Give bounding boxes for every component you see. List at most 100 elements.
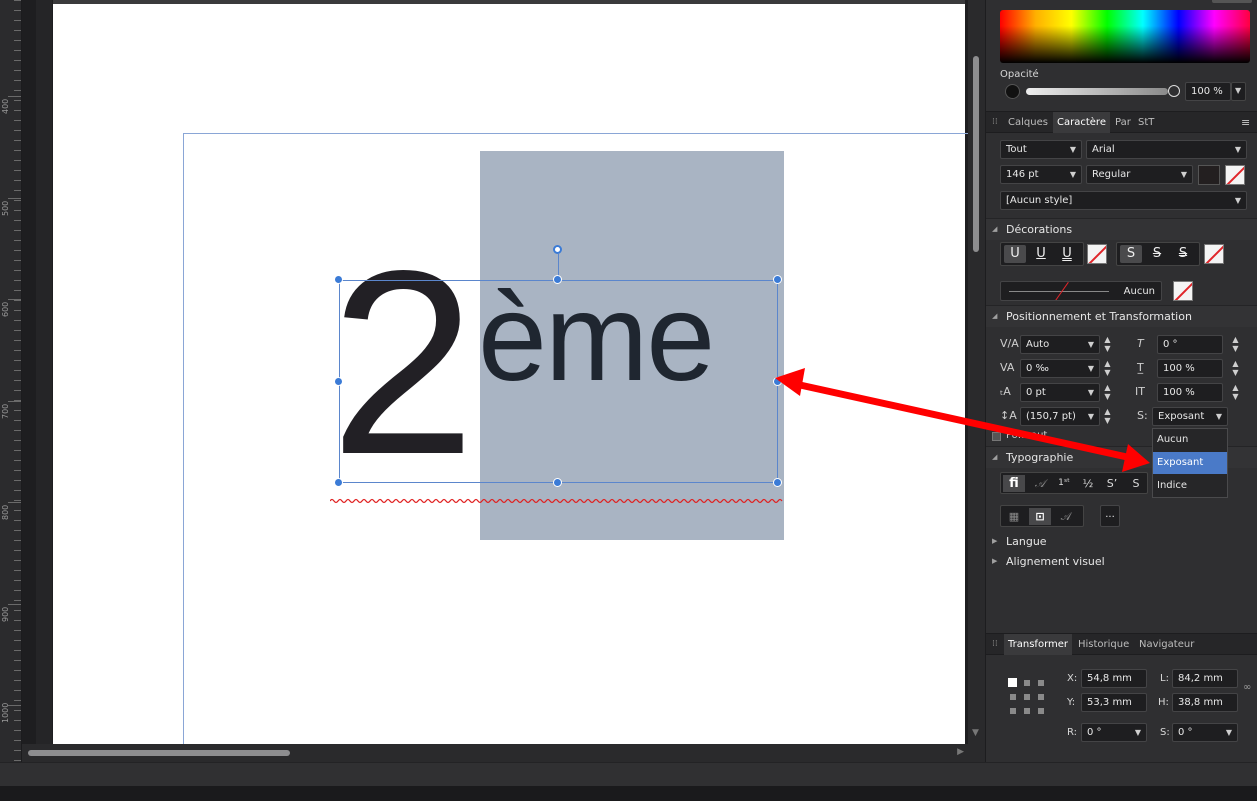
- resize-handle-top-right[interactable]: [773, 275, 782, 284]
- underline-button-group: U U U: [1000, 242, 1084, 266]
- ligature-fi-icon[interactable]: fi: [1003, 475, 1025, 492]
- strike-double-button[interactable]: S: [1172, 245, 1194, 263]
- tab-navigateur[interactable]: Navigateur: [1135, 634, 1198, 655]
- height-label: H:: [1158, 697, 1169, 708]
- section-decorations[interactable]: ◢ Décorations: [986, 218, 1257, 240]
- height-input[interactable]: 38,8 mm: [1172, 693, 1238, 712]
- fraction-icon[interactable]: ½: [1077, 475, 1099, 492]
- color-spectrum-picker[interactable]: [1000, 10, 1250, 63]
- superscript-s-icon[interactable]: Sʼ: [1101, 475, 1123, 492]
- anchor-point-selector[interactable]: [1008, 678, 1046, 716]
- shear-select[interactable]: 0 ° ▼: [1172, 723, 1238, 742]
- resize-handle-left[interactable]: [334, 377, 343, 386]
- line-no-color-swatch[interactable]: [1173, 281, 1193, 301]
- strike-no-color-swatch[interactable]: [1204, 244, 1224, 264]
- horizontal-scale-input[interactable]: 100 %: [1157, 383, 1223, 402]
- link-aspect-icon[interactable]: ∞: [1243, 682, 1251, 693]
- italic-angle-input[interactable]: 0 °: [1157, 335, 1223, 354]
- width-input[interactable]: 84,2 mm: [1172, 669, 1238, 688]
- chevron-down-icon: ▼: [1215, 412, 1222, 421]
- underline-accounting-button[interactable]: U: [1056, 245, 1078, 263]
- resize-handle-bottom-left[interactable]: [334, 478, 343, 487]
- horizontal-scale-icon: IT: [1135, 385, 1145, 398]
- tracking-select[interactable]: 0 ‰ ▼: [1020, 359, 1100, 378]
- chevron-down-icon: ▼: [1225, 728, 1232, 737]
- horizontal-scrollbar[interactable]: ▶: [22, 744, 968, 762]
- opacity-slider[interactable]: [1026, 88, 1168, 95]
- font-size-select[interactable]: 146 pt ▼: [1000, 165, 1082, 184]
- resize-handle-bottom-right[interactable]: [773, 478, 782, 487]
- opacity-input[interactable]: 100 %: [1185, 82, 1231, 101]
- tab-styles-texte[interactable]: StT: [1134, 112, 1158, 133]
- section-alignement-visuel[interactable]: ▶ Alignement visuel: [986, 552, 1257, 572]
- text-color-swatch[interactable]: [1198, 165, 1220, 185]
- scope-select[interactable]: Tout ▼: [1000, 140, 1082, 159]
- vertical-scale-input[interactable]: 100 %: [1157, 359, 1223, 378]
- ordinal-icon[interactable]: 1ˢᵗ: [1053, 475, 1075, 492]
- kerning-select[interactable]: Auto ▼: [1020, 335, 1100, 354]
- font-family-select[interactable]: Arial ▼: [1086, 140, 1247, 159]
- ruler-label: 500: [1, 200, 10, 216]
- tab-paragraphe[interactable]: Par: [1111, 112, 1135, 133]
- vertical-scrollbar[interactable]: ▼: [968, 0, 985, 744]
- kerning-stepper[interactable]: ▲ ▼: [1102, 335, 1113, 354]
- font-weight-select[interactable]: Regular ▼: [1086, 165, 1193, 184]
- subscript-s-icon[interactable]: S: [1125, 475, 1147, 492]
- selection-bounding-box[interactable]: [339, 280, 778, 483]
- scroll-right-icon[interactable]: ▶: [957, 747, 964, 757]
- opacity-slider-knob[interactable]: [1168, 85, 1180, 97]
- character-tabbar: ⁞⁞ Calques Caractère Par StT ≡: [986, 111, 1257, 133]
- x-position-input[interactable]: 54,8 mm: [1081, 669, 1147, 688]
- chevron-down-icon: ▼: [1069, 145, 1076, 154]
- rotation-select[interactable]: 0 ° ▼: [1081, 723, 1147, 742]
- italic-angle-stepper[interactable]: ▲ ▼: [1230, 335, 1241, 354]
- tab-caractere[interactable]: Caractère: [1053, 112, 1110, 133]
- opacity-dropdown-button[interactable]: ▼: [1231, 82, 1246, 101]
- horizontal-scale-stepper[interactable]: ▲ ▼: [1230, 383, 1241, 402]
- resize-handle-top-left[interactable]: [334, 275, 343, 284]
- baseline-shift-icon: ₜA: [1000, 385, 1011, 398]
- line-style-select[interactable]: Aucun: [1000, 281, 1162, 301]
- ruler-label: 900: [1, 606, 10, 622]
- titling-icon[interactable]: 𝒜: [1055, 508, 1077, 525]
- color-well[interactable]: [1005, 84, 1020, 99]
- horizontal-scroll-thumb[interactable]: [28, 750, 290, 756]
- rotation-handle[interactable]: [553, 245, 562, 254]
- tab-calques[interactable]: Calques: [1004, 112, 1052, 133]
- strike-none-button[interactable]: S: [1120, 245, 1142, 263]
- leading-stepper[interactable]: ▲ ▼: [1102, 407, 1113, 426]
- leading-select[interactable]: (150,7 pt) ▼: [1020, 407, 1100, 426]
- resize-handle-right[interactable]: [773, 377, 782, 386]
- script-select[interactable]: Exposant ▼: [1152, 407, 1228, 426]
- underline-no-color-swatch[interactable]: [1087, 244, 1107, 264]
- character-style-select[interactable]: [Aucun style] ▼: [1000, 191, 1247, 210]
- tab-transformer[interactable]: Transformer: [1004, 634, 1073, 655]
- tracking-stepper[interactable]: ▲ ▼: [1102, 359, 1113, 378]
- more-typography-button[interactable]: ...: [1100, 505, 1120, 527]
- no-fill-swatch[interactable]: [1225, 165, 1245, 185]
- baseline-shift-select[interactable]: 0 pt ▼: [1020, 383, 1100, 402]
- script-option-indice[interactable]: Indice: [1153, 475, 1227, 497]
- vertical-scale-stepper[interactable]: ▲ ▼: [1230, 359, 1241, 378]
- vertical-scroll-thumb[interactable]: [973, 56, 979, 252]
- section-langue[interactable]: ▶ Langue: [986, 532, 1257, 552]
- scroll-down-icon[interactable]: ▼: [972, 728, 979, 738]
- resize-handle-bottom[interactable]: [553, 478, 562, 487]
- typography-button-group-2: ▦ ⊡ 𝒜: [1000, 505, 1084, 527]
- script-option-aucun[interactable]: Aucun: [1153, 429, 1227, 451]
- y-position-input[interactable]: 53,3 mm: [1081, 693, 1147, 712]
- underline-single-button[interactable]: U: [1004, 245, 1026, 263]
- resize-handle-top[interactable]: [553, 275, 562, 284]
- underline-double-button[interactable]: U: [1030, 245, 1052, 263]
- panel-menu-icon[interactable]: ≡: [1241, 116, 1250, 129]
- baseline-stepper[interactable]: ▲ ▼: [1102, 383, 1113, 402]
- swash-icon[interactable]: 𝒜: [1029, 475, 1051, 492]
- strike-single-button[interactable]: S: [1146, 245, 1168, 263]
- section-positioning[interactable]: ◢ Positionnement et Transformation: [986, 305, 1257, 327]
- small-caps-icon[interactable]: ▦: [1003, 508, 1025, 525]
- script-option-exposant[interactable]: Exposant: [1153, 452, 1227, 474]
- tab-historique[interactable]: Historique: [1074, 634, 1133, 655]
- vertical-ruler[interactable]: 400 500 600 700 800 900 1000: [0, 0, 22, 763]
- all-caps-icon[interactable]: ⊡: [1029, 508, 1051, 525]
- checkbox[interactable]: [992, 432, 1001, 441]
